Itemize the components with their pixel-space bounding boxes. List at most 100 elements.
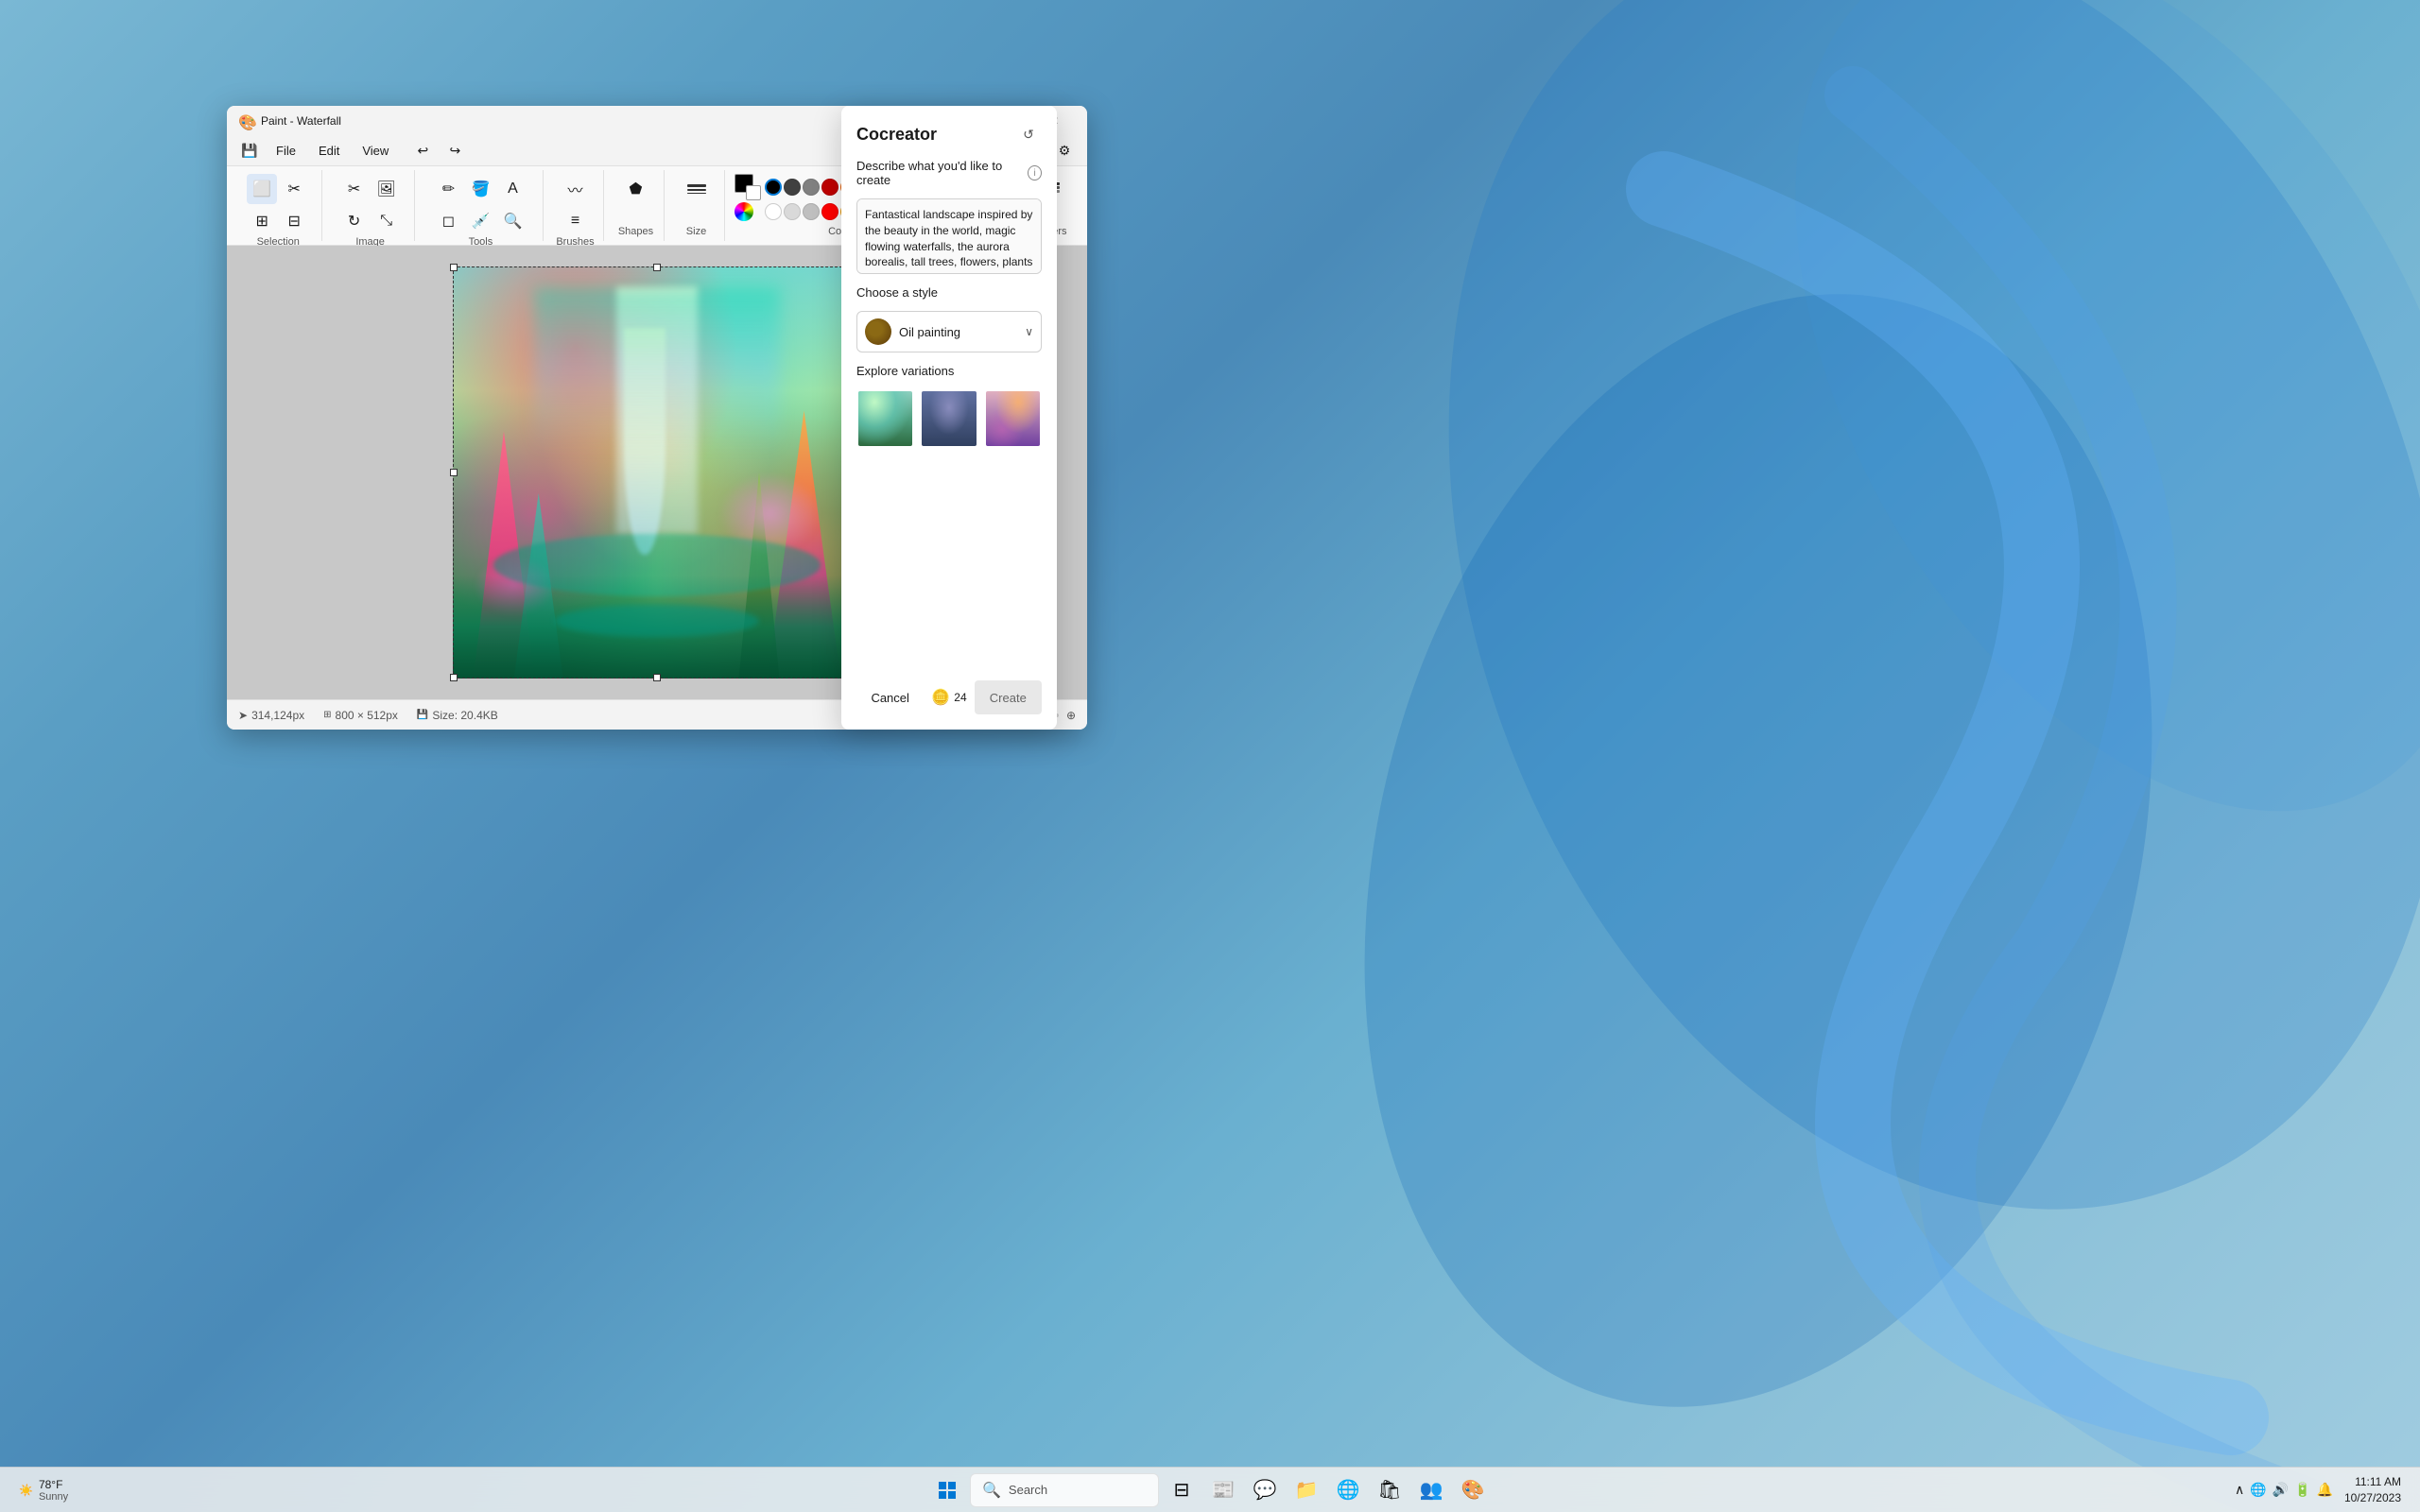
info-icon[interactable]: i — [1028, 165, 1042, 180]
edit-menu[interactable]: Edit — [307, 140, 351, 162]
describe-label: Describe what you'd like to create i — [856, 159, 1042, 187]
position-value: 314,124px — [251, 709, 304, 722]
canvas-image-container[interactable] — [453, 266, 861, 679]
credit-icon: 🪙 — [931, 688, 950, 707]
cancel-button[interactable]: Cancel — [856, 680, 924, 714]
store-button[interactable]: 🛍 — [1371, 1471, 1409, 1509]
cocreator-panel: Cocreator ↺ Describe what you'd like to … — [841, 106, 1057, 730]
color-lightgray2[interactable] — [803, 203, 820, 220]
save-icon-button[interactable]: 💾 — [234, 138, 265, 164]
selection-invert-button[interactable]: ⊟ — [279, 206, 309, 236]
chat-button[interactable]: 💬 — [1246, 1471, 1284, 1509]
date-display: 10/27/2023 — [2344, 1490, 2401, 1506]
dimensions-icon: ⊞ — [323, 710, 331, 720]
eraser-button[interactable]: ◻ — [433, 206, 463, 236]
rotate-button[interactable]: ↻ — [339, 206, 370, 236]
network-icon[interactable]: 🌐 — [2250, 1482, 2266, 1498]
create-button[interactable]: Create — [975, 680, 1042, 714]
fill-button[interactable]: 🪣 — [465, 174, 495, 204]
color-black[interactable] — [765, 179, 782, 196]
task-view-button[interactable]: ⊟ — [1163, 1471, 1201, 1509]
weather-widget[interactable]: ☀️ 78°F Sunny — [19, 1478, 68, 1503]
selection-free-button[interactable]: ✂ — [279, 174, 309, 204]
color-darkred[interactable] — [821, 179, 838, 196]
weather-condition: Sunny — [39, 1491, 68, 1503]
color-darkgray[interactable] — [784, 179, 801, 196]
image-group: ✂ 🖼 ↻ ⤡ Image — [326, 170, 414, 241]
panel-title: Cocreator — [856, 125, 937, 145]
chevron-icon[interactable]: ∧ — [2235, 1482, 2244, 1498]
color-lightgray1[interactable] — [784, 203, 801, 220]
edge-button[interactable]: 🌐 — [1329, 1471, 1367, 1509]
widgets-button[interactable]: 📰 — [1204, 1471, 1242, 1509]
battery-icon[interactable]: 🔋 — [2294, 1482, 2310, 1498]
file-size: 💾 Size: 20.4KB — [417, 709, 498, 722]
shapes-group: ⬟ Shapes — [608, 170, 665, 241]
brush2-button[interactable]: ≡ — [561, 206, 591, 236]
reset-button[interactable]: ↺ — [1015, 121, 1042, 147]
style-dropdown[interactable]: Oil painting ∨ — [856, 311, 1042, 352]
selection-group: ⬜ ✂ ⊞ ⊟ Selection — [234, 170, 322, 241]
credits-badge: 🪙 24 — [931, 688, 966, 707]
image-tools: ✂ 🖼 ↻ ⤡ — [334, 174, 406, 236]
selection-all-button[interactable]: ⊞ — [247, 206, 277, 236]
magnify-button[interactable]: 🔍 — [497, 206, 527, 236]
choose-style-label: Choose a style — [856, 285, 1042, 300]
text-button[interactable]: A — [497, 174, 527, 204]
size-button[interactable] — [682, 174, 712, 204]
dimensions-value: 800 × 512px — [336, 709, 398, 722]
taskbar-right: ∧ 🌐 🔊 🔋 🔔 11:11 AM 10/27/2023 — [2235, 1474, 2401, 1506]
prompt-textarea[interactable]: Fantastical landscape inspired by the be… — [856, 198, 1042, 274]
color-wheel[interactable] — [735, 202, 753, 221]
variation-2[interactable] — [920, 389, 977, 448]
canvas-dimensions: ⊞ 800 × 512px — [323, 709, 398, 722]
color-red[interactable] — [821, 203, 838, 220]
selection-tools: ⬜ ✂ ⊞ ⊟ — [242, 174, 314, 236]
chevron-down-icon: ∨ — [1025, 325, 1033, 338]
paint-taskbar-button[interactable]: 🎨 — [1454, 1471, 1492, 1509]
selection-rect-button[interactable]: ⬜ — [247, 174, 277, 204]
panel-header: Cocreator ↺ — [856, 121, 1042, 147]
color-wheel-placeholder — [735, 202, 761, 221]
filesize-value: Size: 20.4KB — [432, 709, 497, 722]
image-filter-button[interactable]: 🖼 — [372, 174, 402, 204]
shape-buttons: ⬟ — [621, 174, 651, 226]
style-icon — [865, 318, 891, 345]
clock[interactable]: 11:11 AM 10/27/2023 — [2344, 1474, 2401, 1506]
zoom-in-button[interactable]: ⊕ — [1066, 709, 1076, 722]
filesize-icon: 💾 — [417, 710, 428, 720]
eyedropper-button[interactable]: 💉 — [465, 206, 495, 236]
resize-button[interactable]: ⤡ — [372, 206, 402, 236]
background-color[interactable] — [746, 185, 761, 200]
color-gray[interactable] — [803, 179, 820, 196]
search-icon: 🔍 — [982, 1481, 1001, 1500]
pencil-button[interactable]: ✏ — [433, 174, 463, 204]
undo-button[interactable]: ↩ — [407, 138, 438, 164]
panel-footer: Cancel 🪙 24 Create — [856, 680, 1042, 714]
shapes-label: Shapes — [618, 226, 653, 237]
variation-3[interactable] — [984, 389, 1042, 448]
color-white[interactable] — [765, 203, 782, 220]
view-menu[interactable]: View — [351, 140, 400, 162]
start-button[interactable] — [928, 1471, 966, 1509]
notification-icon[interactable]: 🔔 — [2317, 1482, 2333, 1498]
brush1-button[interactable]: 〰 — [561, 174, 591, 204]
shapes-button[interactable]: ⬟ — [621, 174, 651, 204]
canvas-image — [453, 266, 861, 679]
size-group: Size — [668, 170, 725, 241]
teams-button[interactable]: 👥 — [1412, 1471, 1450, 1509]
file-explorer-button[interactable]: 📁 — [1288, 1471, 1325, 1509]
file-menu[interactable]: File — [265, 140, 307, 162]
taskbar-left: ☀️ 78°F Sunny — [19, 1478, 68, 1503]
search-bar[interactable]: 🔍 Search — [970, 1473, 1159, 1507]
volume-icon[interactable]: 🔊 — [2273, 1482, 2289, 1498]
variation-1[interactable] — [856, 389, 914, 448]
redo-button[interactable]: ↪ — [440, 138, 470, 164]
variations-label: Explore variations — [856, 364, 1042, 378]
size-label: Size — [686, 226, 706, 237]
crop-button[interactable]: ✂ — [339, 174, 370, 204]
brushes-group: 〰 ≡ Brushes — [547, 170, 604, 241]
cursor-icon: ➤ — [238, 709, 248, 722]
app-icon: 🎨 — [238, 113, 253, 129]
weather-icon: ☀️ — [19, 1484, 33, 1497]
